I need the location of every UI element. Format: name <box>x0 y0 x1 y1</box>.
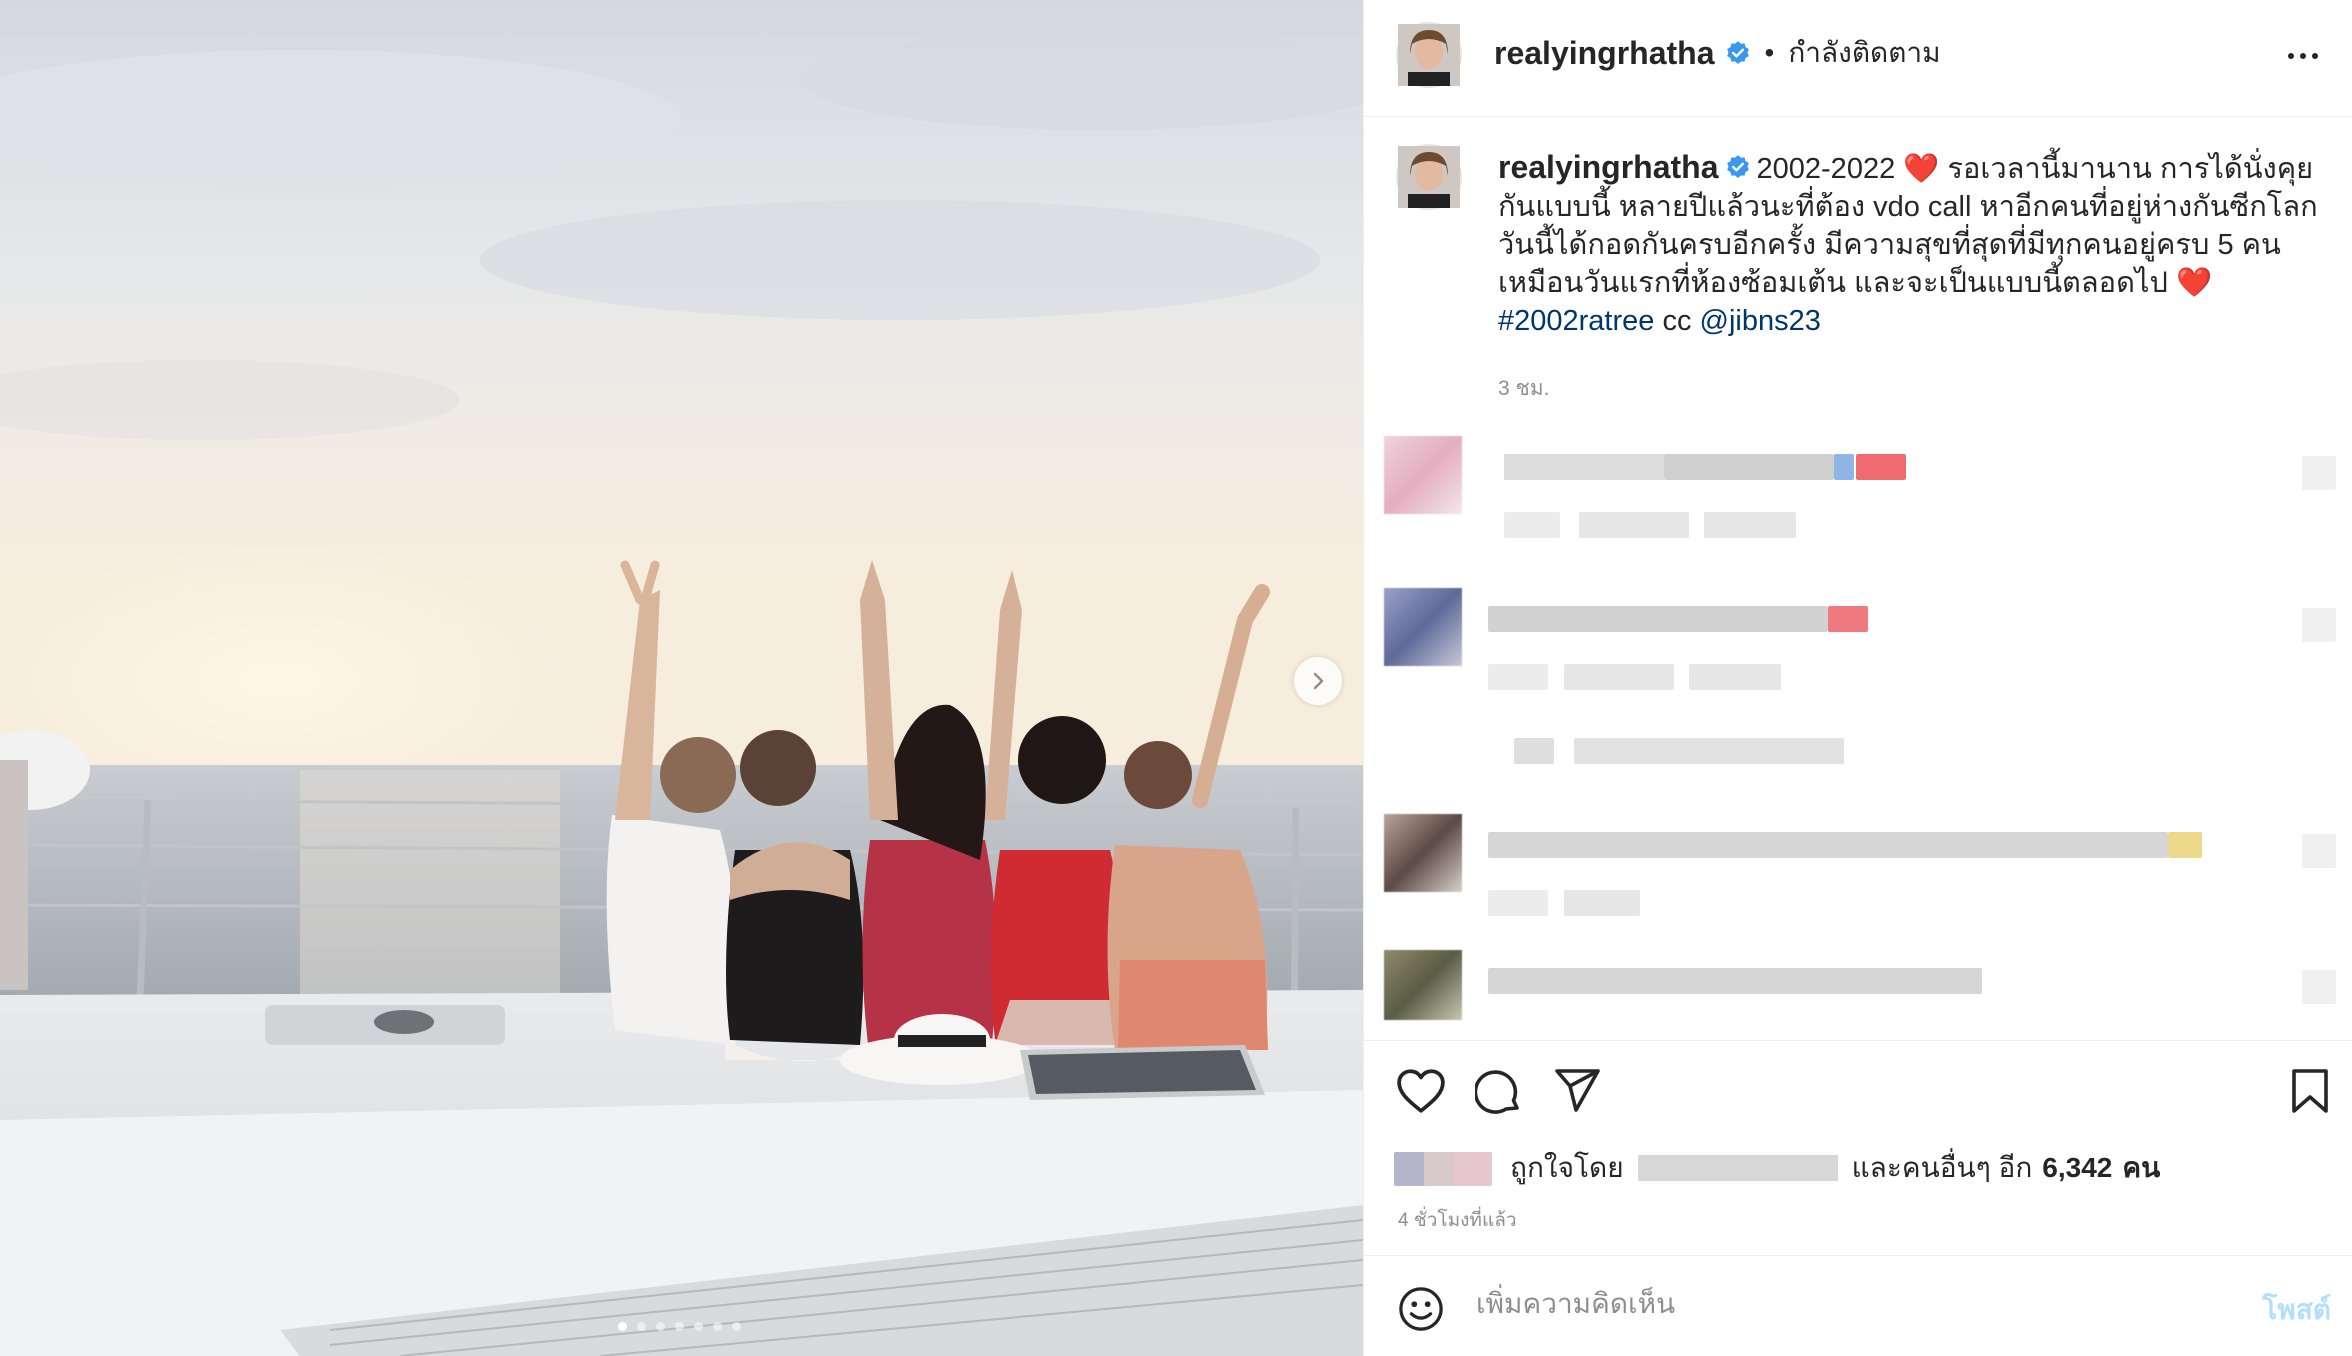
comment-meta-blur <box>1488 890 1548 916</box>
hashtag-link[interactable]: #2002ratree <box>1498 305 1654 337</box>
likes-prefix: ถูกใจโดย <box>1510 1152 1624 1183</box>
comment-meta-blur <box>1564 890 1640 916</box>
comment-username-blur <box>1504 454 1664 480</box>
comment-like-icon[interactable] <box>2302 834 2336 868</box>
caption-avatar[interactable] <box>1396 144 1462 210</box>
comment-text-blur <box>1488 606 1828 632</box>
post-caption: realyingrhatha 2002-2022 ❤️ รอเวลานี้มาน… <box>1498 148 2318 340</box>
comment-input[interactable] <box>1476 1280 2176 1328</box>
comment-meta-blur <box>1504 512 1560 538</box>
verified-icon <box>1726 41 1749 65</box>
comment-avatar <box>1384 814 1462 892</box>
add-comment-bar: โพสต์ <box>1364 1255 2352 1356</box>
verified-icon <box>1726 155 1749 179</box>
comment-text-blur <box>1488 968 1982 994</box>
avatar-blur <box>1454 1152 1492 1186</box>
caption-time: 3 ชม. <box>1498 377 1550 400</box>
comment-emoji-blur <box>1834 454 1854 480</box>
carousel-indicator <box>618 1322 741 1331</box>
author-username[interactable]: realyingrhatha <box>1494 35 1715 72</box>
comment-meta-blur <box>1564 664 1674 690</box>
comment-avatar <box>1384 950 1462 1020</box>
actions-divider <box>1364 1040 2352 1041</box>
likes-count[interactable]: 6,342 <box>2042 1152 2112 1184</box>
header-line: realyingrhatha • กำลังติดตาม <box>1494 30 1941 76</box>
author-avatar[interactable] <box>1396 22 1462 88</box>
comment-avatar <box>1384 436 1462 514</box>
post-timestamp[interactable]: 4 ชั่วโมงที่แล้ว <box>1398 1205 1517 1235</box>
bookmark-icon[interactable] <box>2290 1068 2330 1114</box>
comment-like-icon[interactable] <box>2302 608 2336 642</box>
avatar-image <box>1398 24 1460 86</box>
comment-item[interactable] <box>1384 588 2344 788</box>
next-photo-button[interactable] <box>1294 657 1342 705</box>
view-replies-blur[interactable] <box>1514 738 1554 764</box>
heart-icon[interactable] <box>1396 1068 1446 1114</box>
liker-username-blur[interactable] <box>1637 1155 1838 1181</box>
follow-status-button[interactable]: กำลังติดตาม <box>1788 31 1940 75</box>
carousel-dot <box>732 1322 741 1331</box>
share-icon[interactable] <box>1554 1068 1602 1114</box>
more-icon-dot <box>2312 53 2318 59</box>
mention-link[interactable]: @jibns23 <box>1700 305 1821 337</box>
liked-by-avatars <box>1394 1148 1494 1188</box>
view-replies-blur[interactable] <box>1574 738 1844 764</box>
chevron-right-icon <box>1313 672 1324 690</box>
comment-emoji-blur <box>1828 606 1868 632</box>
more-icon-dot <box>2300 53 2306 59</box>
cc-label: cc <box>1662 305 1692 337</box>
likes-suffix: คน <box>2122 1152 2161 1183</box>
comment-item[interactable] <box>1384 950 2344 1030</box>
comment-text-blur <box>1664 454 1834 480</box>
comment-item[interactable] <box>1384 814 2344 916</box>
likes-summary[interactable]: ถูกใจโดย และคนอื่นๆ อีก 6,342 คน <box>1394 1148 2160 1188</box>
header-separator: • <box>1764 37 1775 68</box>
comment-meta-blur <box>1488 664 1548 690</box>
post-photo[interactable] <box>0 0 1363 1356</box>
carousel-dot <box>656 1322 665 1331</box>
post-comment-button[interactable]: โพสต์ <box>2262 1288 2331 1332</box>
carousel-dot <box>694 1322 703 1331</box>
post-header: realyingrhatha • กำลังติดตาม <box>1364 0 2352 117</box>
comment-emoji-blur <box>2168 832 2202 858</box>
more-icon <box>2288 53 2294 59</box>
likes-middle: และคนอื่นๆ อีก <box>1851 1152 2033 1183</box>
comment-emoji-blur <box>1856 454 1906 480</box>
carousel-dot <box>675 1322 684 1331</box>
comment-like-icon[interactable] <box>2302 456 2336 490</box>
carousel-dot <box>618 1322 627 1331</box>
caption-username[interactable]: realyingrhatha <box>1498 149 1719 185</box>
carousel-dot <box>713 1322 722 1331</box>
more-options-button[interactable] <box>2281 36 2325 76</box>
emoji-icon[interactable] <box>1398 1286 1444 1332</box>
comment-meta-blur <box>1579 512 1689 538</box>
avatar-image <box>1398 146 1460 208</box>
comment-meta-blur <box>1689 664 1781 690</box>
post-image <box>0 0 1363 1356</box>
comment-avatar <box>1384 588 1462 666</box>
comment-item[interactable] <box>1384 436 2344 538</box>
post-sidebar: realyingrhatha • กำลังติดตาม realyingrha… <box>1363 0 2352 1356</box>
comment-meta-blur <box>1704 512 1796 538</box>
comment-icon[interactable] <box>1475 1068 1523 1116</box>
carousel-dot <box>637 1322 646 1331</box>
comment-text-blur <box>1488 832 2168 858</box>
comment-like-icon[interactable] <box>2302 970 2336 1004</box>
